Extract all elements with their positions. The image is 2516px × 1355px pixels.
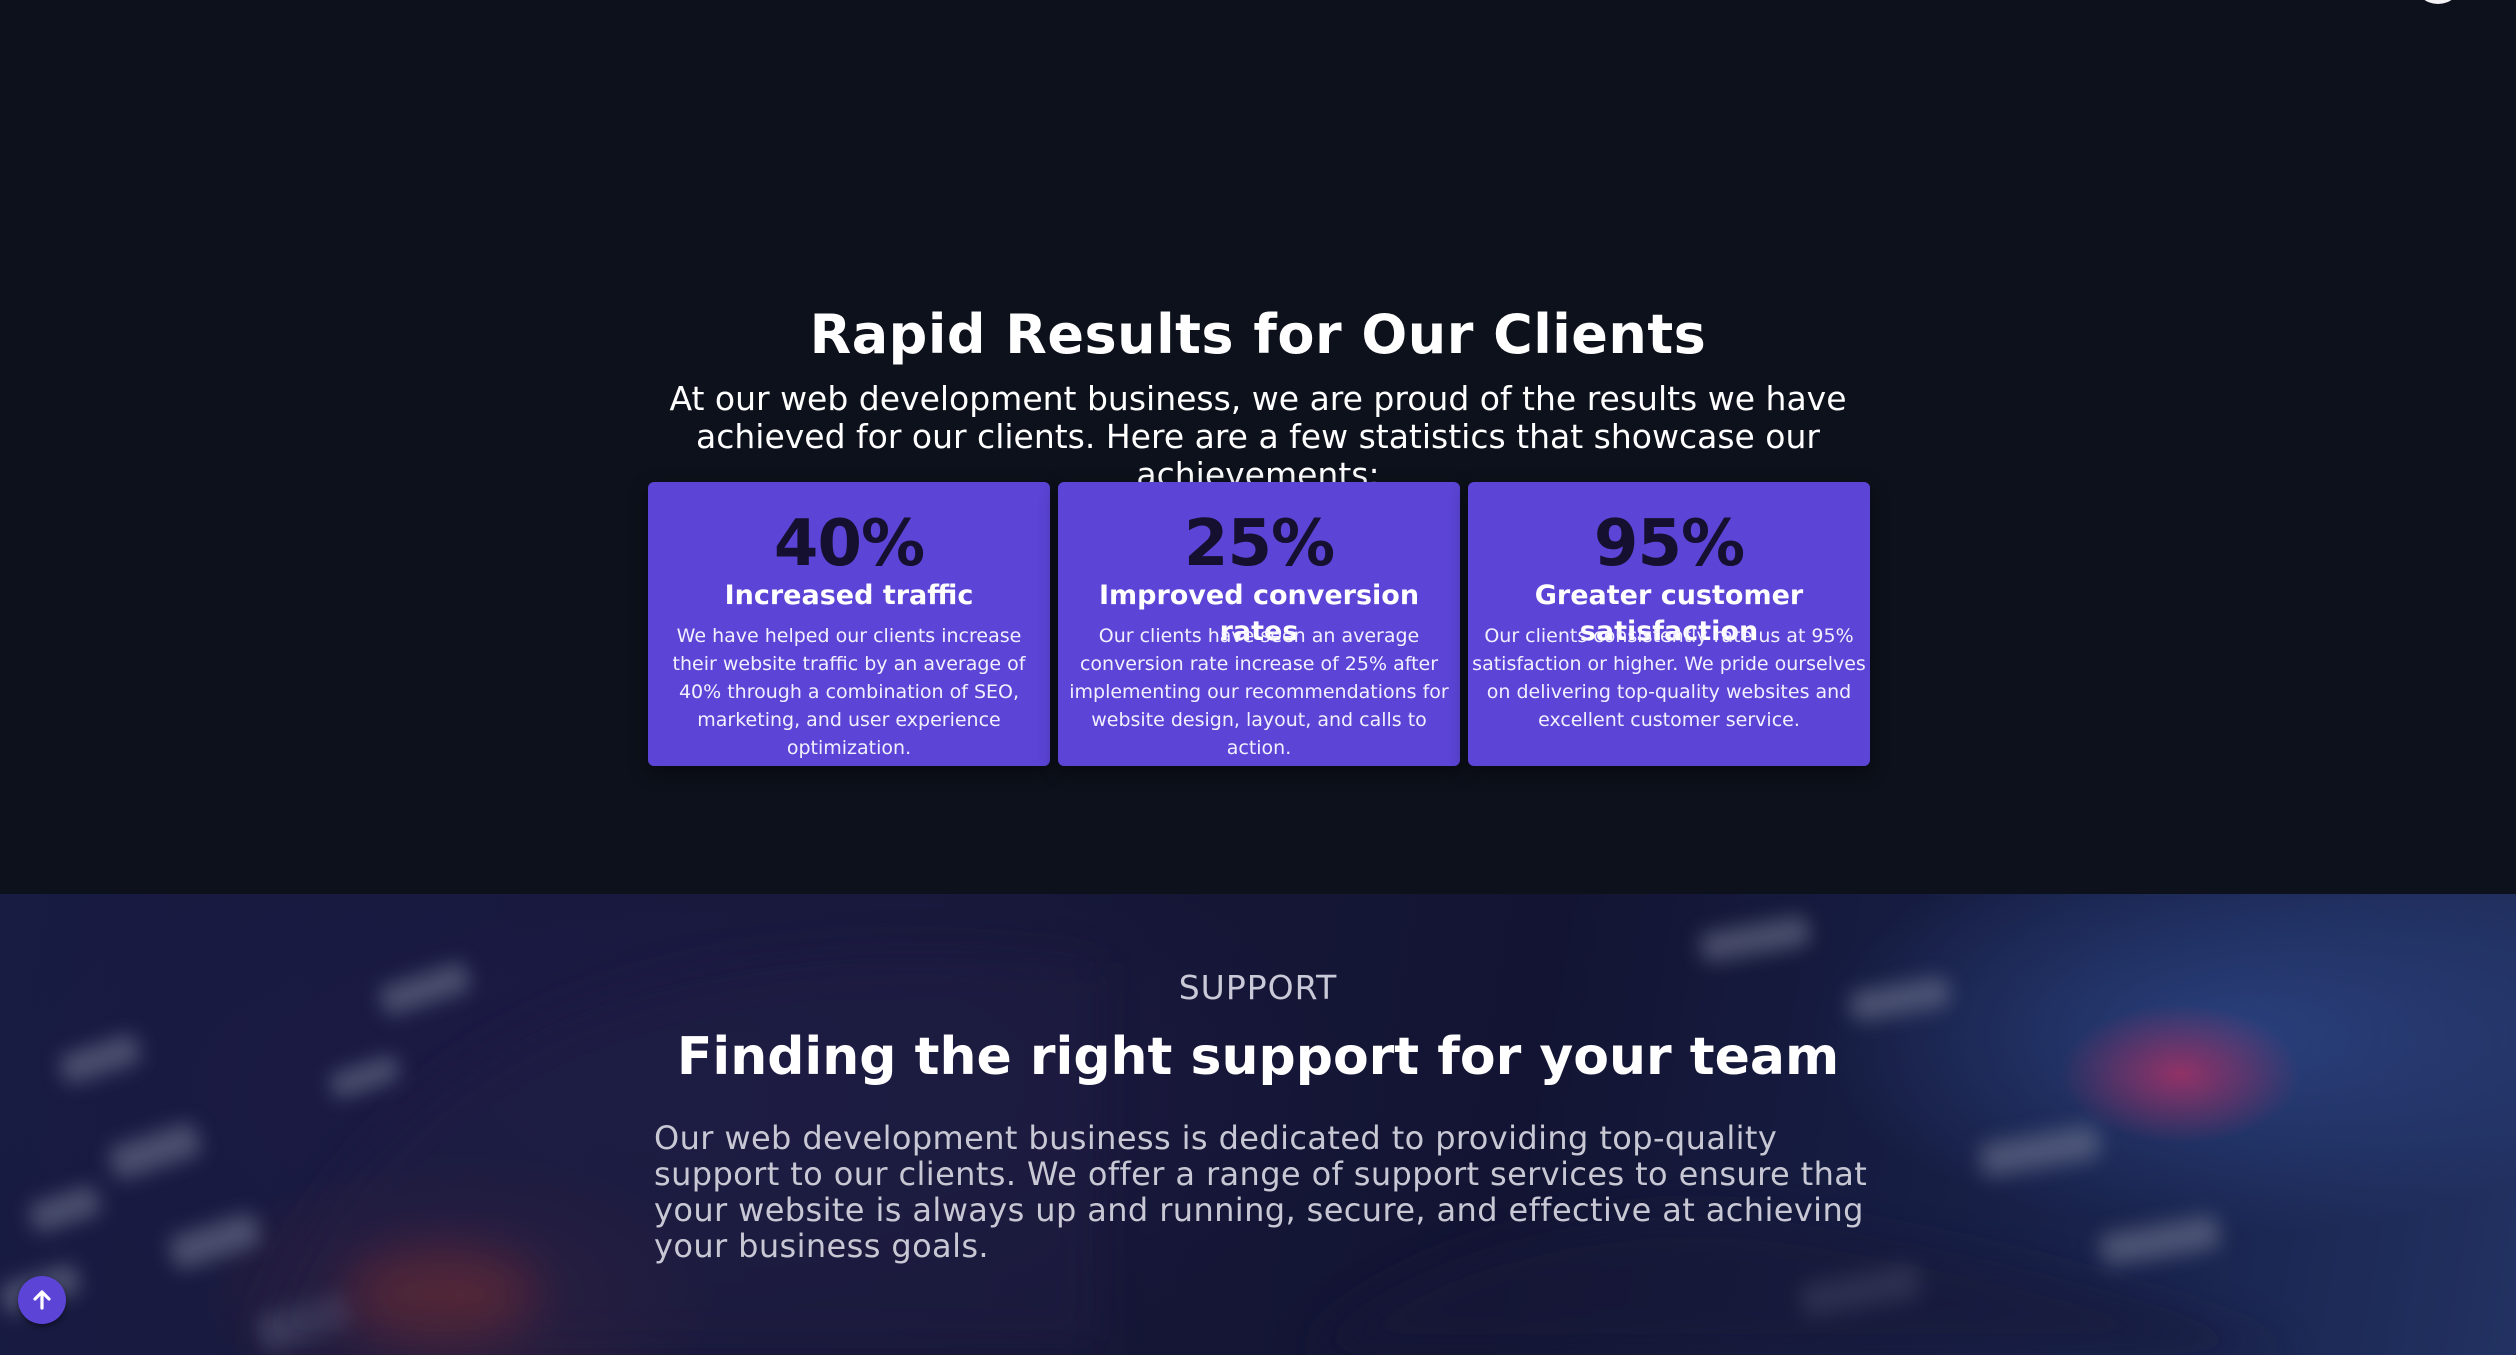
stat-description: We have helped our clients increase thei… (672, 625, 1026, 759)
stat-value: 95% (1593, 507, 1745, 581)
support-section: SUPPORT Finding the right support for yo… (0, 894, 2516, 1355)
arrow-up-icon (33, 1290, 51, 1310)
stat-value: 25% (1183, 507, 1335, 581)
stat-description: Our clients have seen an average convers… (1069, 625, 1449, 759)
back-to-top-button[interactable] (18, 1276, 66, 1324)
support-eyebrow: SUPPORT (1178, 968, 1338, 1007)
results-section: Rapid Results for Our Clients At our web… (0, 0, 2516, 894)
support-title: Finding the right support for your team (676, 1027, 1840, 1087)
stat-heading: Increased traffic (724, 580, 974, 611)
stat-card-satisfaction: 95% Greater customer satisfaction Our cl… (1468, 482, 1870, 766)
stats-cards: 40% Increased traffic We have helped our… (648, 482, 1870, 766)
stat-card-conversion: 25% Improved conversion rates Our client… (1058, 482, 1460, 766)
results-title: Rapid Results for Our Clients (809, 303, 1707, 366)
results-intro: At our web development business, we are … (669, 379, 1847, 494)
support-description: Our web development business is dedicate… (654, 1119, 1868, 1265)
stat-description: Our clients consistently rate us at 95% … (1472, 625, 1866, 731)
stat-value: 40% (773, 507, 925, 581)
stat-card-traffic: 40% Increased traffic We have helped our… (648, 482, 1050, 766)
